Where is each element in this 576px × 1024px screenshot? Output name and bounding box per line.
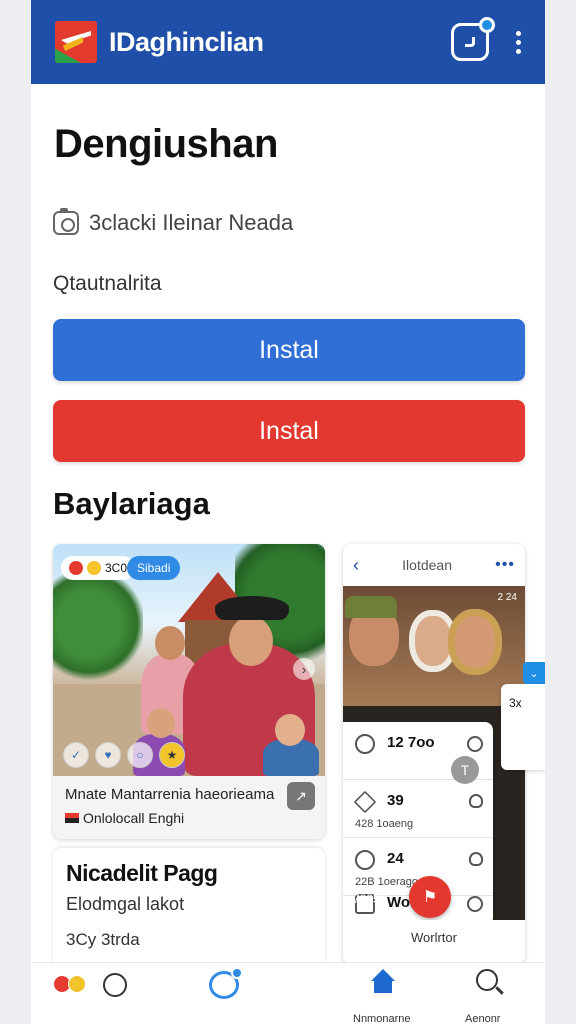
notification-dot <box>479 17 495 33</box>
more-icon[interactable]: ••• <box>495 556 515 574</box>
app-bar: IDaghinclian <box>31 0 545 84</box>
stat-value: 12 7oo <box>387 734 435 751</box>
reaction-count: 3C0 <box>105 561 128 575</box>
comment-icon[interactable]: ○ <box>127 742 153 768</box>
side-card-text: 3x <box>509 696 522 710</box>
messages-nav-icon[interactable] <box>209 967 243 999</box>
reaction-chip[interactable]: 3C0 <box>61 556 136 580</box>
stat-label: 428 1oaeng <box>355 818 414 830</box>
panel-title: Ilotdean <box>402 557 452 573</box>
chat-icon[interactable] <box>451 17 495 61</box>
reaction-row: ✓ ♥ ○ ★ <box>63 742 185 768</box>
detail-panel: ‹ Ilotdean ••• 2 24 12 7oo 39 428 1oaeng <box>343 544 525 964</box>
circle-icon[interactable] <box>467 896 483 912</box>
panel-time: 72350 <box>353 892 387 906</box>
heart-icon[interactable]: ♥ <box>95 742 121 768</box>
section-title: Baylariaga <box>53 486 210 521</box>
photo-count: 2 24 <box>497 592 517 603</box>
stat-value: 39 <box>387 792 404 809</box>
app-title: IDaghinclian <box>109 26 264 57</box>
install-primary-button[interactable]: Instal <box>53 319 525 381</box>
angry-emoji-icon <box>69 561 83 575</box>
install-secondary-button[interactable]: Instal <box>53 400 525 462</box>
share-icon[interactable]: ↗ <box>287 782 315 810</box>
post-title: Nicadelit Pagg <box>66 860 218 886</box>
person-icon[interactable] <box>469 794 483 808</box>
circle-icon[interactable] <box>467 736 483 752</box>
page-title: Dengiushan <box>54 122 278 166</box>
post-subtitle: Elodmgal lakot <box>66 894 185 914</box>
panel-footer[interactable]: Worlrtor <box>343 930 525 945</box>
post-card[interactable]: Nicadelit Pagg Elodmgal lakot 3Cy 3trda <box>53 848 325 966</box>
tag-icon <box>355 734 375 754</box>
camera-icon <box>53 208 79 235</box>
feed-card[interactable]: 3C0 Sibadi › ✓ ♥ ○ ★ Mnate Mantarrenia h… <box>53 544 325 839</box>
panel-header: ‹ Ilotdean ••• <box>343 544 525 586</box>
feed-caption-secondary-text: Onlolocall Enghi <box>83 810 185 826</box>
search-nav-label[interactable]: Aenonr <box>465 1013 500 1024</box>
subtitle: Qtautnalrita <box>53 272 162 295</box>
panel-photo[interactable]: 2 24 12 7oo 39 428 1oaeng 24 22B 1oerago <box>343 586 525 920</box>
bottom-nav: Nnmonarne Aenonr <box>31 962 545 1024</box>
back-icon[interactable]: ‹ <box>353 555 359 576</box>
flag-icon <box>65 813 79 823</box>
notification-dot <box>231 967 243 979</box>
stat-row[interactable]: 39 428 1oaeng <box>343 780 493 838</box>
comment-nav-icon[interactable] <box>103 973 127 997</box>
tag-badge[interactable]: Sibadi <box>127 556 181 580</box>
text-tool-icon[interactable]: T <box>451 756 479 784</box>
smile-emoji-icon <box>87 561 101 575</box>
meta-row: 3clacki Ileinar Neada <box>53 208 294 236</box>
star-icon[interactable]: ★ <box>159 742 185 768</box>
home-icon[interactable] <box>371 969 395 993</box>
expand-icon[interactable]: ⌄ <box>523 662 545 684</box>
kebab-menu-icon[interactable] <box>511 30 525 54</box>
home-nav-label[interactable]: Nnmonarne <box>353 1013 410 1024</box>
like-icon[interactable]: ✓ <box>63 742 89 768</box>
settings-icon <box>355 850 375 870</box>
app-screen: IDaghinclian Dengiushan 3clacki Ileinar … <box>31 0 545 1024</box>
side-card[interactable]: 3x <box>501 684 545 770</box>
post-date: 3Cy 3trda <box>66 930 140 949</box>
person-icon[interactable] <box>469 852 483 866</box>
feed-caption: Mnate Mantarrenia haeorieama <box>65 786 275 803</box>
feed-caption-secondary: Onlolocall Enghi <box>65 810 184 826</box>
chevron-right-icon[interactable]: › <box>293 658 315 680</box>
feed-photo[interactable]: 3C0 Sibadi › ✓ ♥ ○ ★ <box>53 544 325 776</box>
stat-value: 24 <box>387 850 404 867</box>
app-logo-icon[interactable] <box>55 21 97 63</box>
search-icon[interactable] <box>476 969 498 991</box>
flag-action-icon[interactable]: ⚑ <box>409 876 451 918</box>
reactions-icon[interactable] <box>53 975 86 993</box>
diamond-icon <box>353 790 377 814</box>
meta-text: 3clacki Ileinar Neada <box>89 210 294 235</box>
